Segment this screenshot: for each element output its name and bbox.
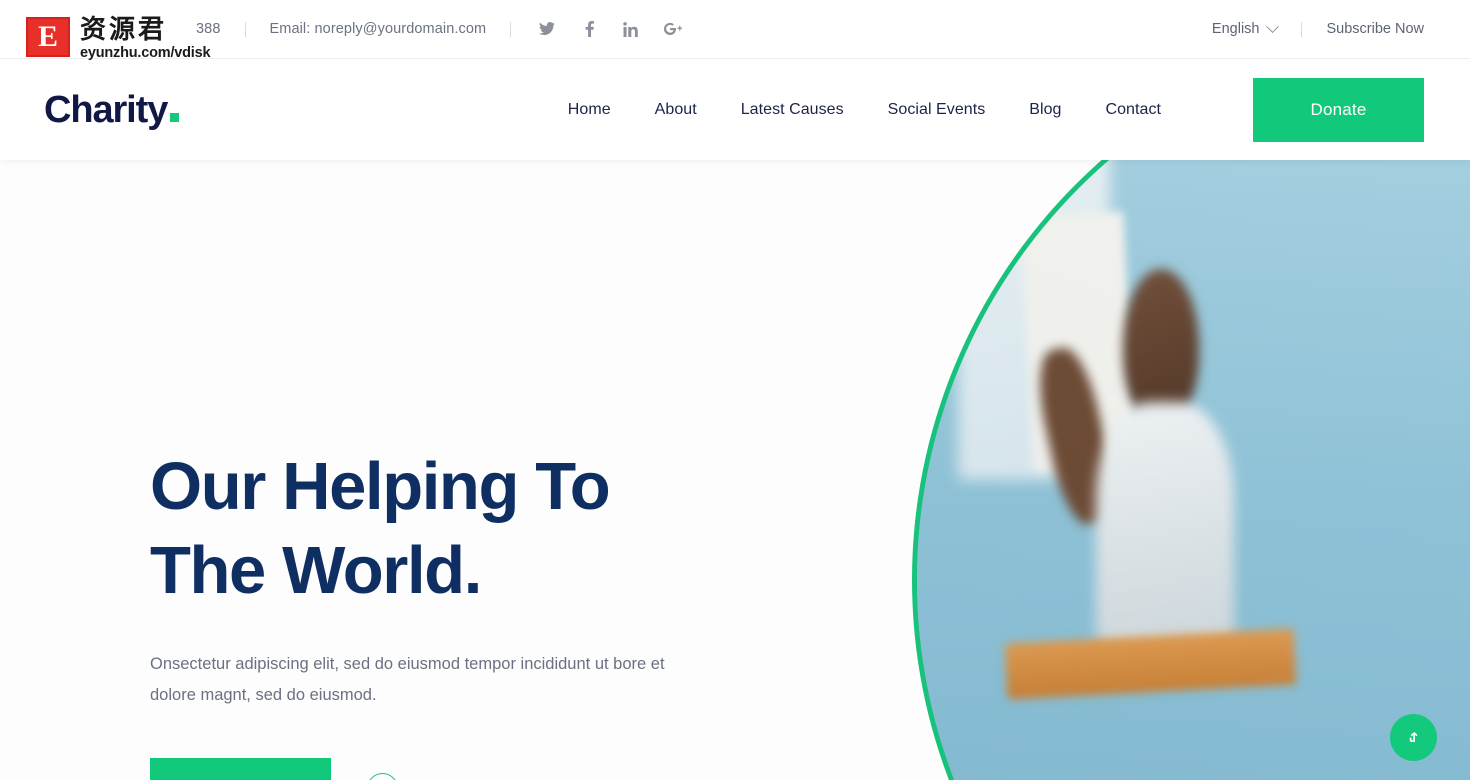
twitter-icon[interactable] <box>537 19 557 39</box>
nav-item-home[interactable]: Home <box>546 101 633 119</box>
phone-icon <box>367 772 398 780</box>
header-donate-button[interactable]: Donate <box>1253 77 1424 142</box>
divider <box>1301 21 1303 37</box>
divider <box>510 21 512 37</box>
top-bar-right: English Subscribe Now <box>1211 19 1424 37</box>
hero-section: Our Helping To The World. Onsectetur adi… <box>0 160 1470 780</box>
social-links <box>537 19 683 39</box>
nav-item-blog[interactable]: Blog <box>1007 101 1083 119</box>
nav-item-about[interactable]: About <box>633 101 719 119</box>
hero-content: Our Helping To The World. Onsectetur adi… <box>150 445 790 780</box>
arrow-up-icon <box>1409 731 1418 742</box>
linkedin-icon[interactable] <box>621 19 641 39</box>
hero-cta-row: Donate +12 1325 41 <box>150 758 790 780</box>
topbar-email[interactable]: Email: noreply@yourdomain.com <box>270 21 487 37</box>
subscribe-link[interactable]: Subscribe Now <box>1326 21 1424 37</box>
language-label: English <box>1211 21 1260 37</box>
nav-item-contact[interactable]: Contact <box>1084 101 1184 119</box>
logo-charity[interactable]: Charity <box>44 88 180 131</box>
facebook-icon[interactable] <box>579 19 599 39</box>
logo-text: Charity <box>44 88 168 131</box>
hero-title: Our Helping To The World. <box>150 449 611 608</box>
chevron-down-icon <box>1266 19 1280 33</box>
page-root: 388 Email: noreply@yourdomain.com Englis… <box>0 0 1470 780</box>
main-navigation: Home About Latest Causes Social Events B… <box>546 101 1183 119</box>
nav-item-latest-causes[interactable]: Latest Causes <box>719 101 866 119</box>
divider <box>244 21 246 37</box>
language-selector[interactable]: English <box>1211 19 1280 37</box>
googleplus-icon[interactable] <box>663 19 683 39</box>
hero-image-circle <box>912 160 1470 780</box>
photo-light-overlay <box>917 160 1470 780</box>
top-bar: 388 Email: noreply@yourdomain.com Englis… <box>0 0 1470 59</box>
site-header: Charity Home About Latest Causes Social … <box>0 59 1470 160</box>
hero-description: Onsectetur adipiscing elit, sed do eiusm… <box>150 655 665 704</box>
topbar-phone[interactable]: 388 <box>196 21 221 37</box>
hero-donate-button[interactable]: Donate <box>150 758 331 780</box>
nav-item-social-events[interactable]: Social Events <box>866 101 1008 119</box>
hero-phone-link[interactable]: +12 1325 41 <box>367 772 512 780</box>
scroll-to-top-button[interactable] <box>1390 714 1437 761</box>
top-bar-left: 388 Email: noreply@yourdomain.com <box>196 19 683 39</box>
logo-dot-icon <box>170 112 180 122</box>
hero-photo <box>917 160 1470 780</box>
